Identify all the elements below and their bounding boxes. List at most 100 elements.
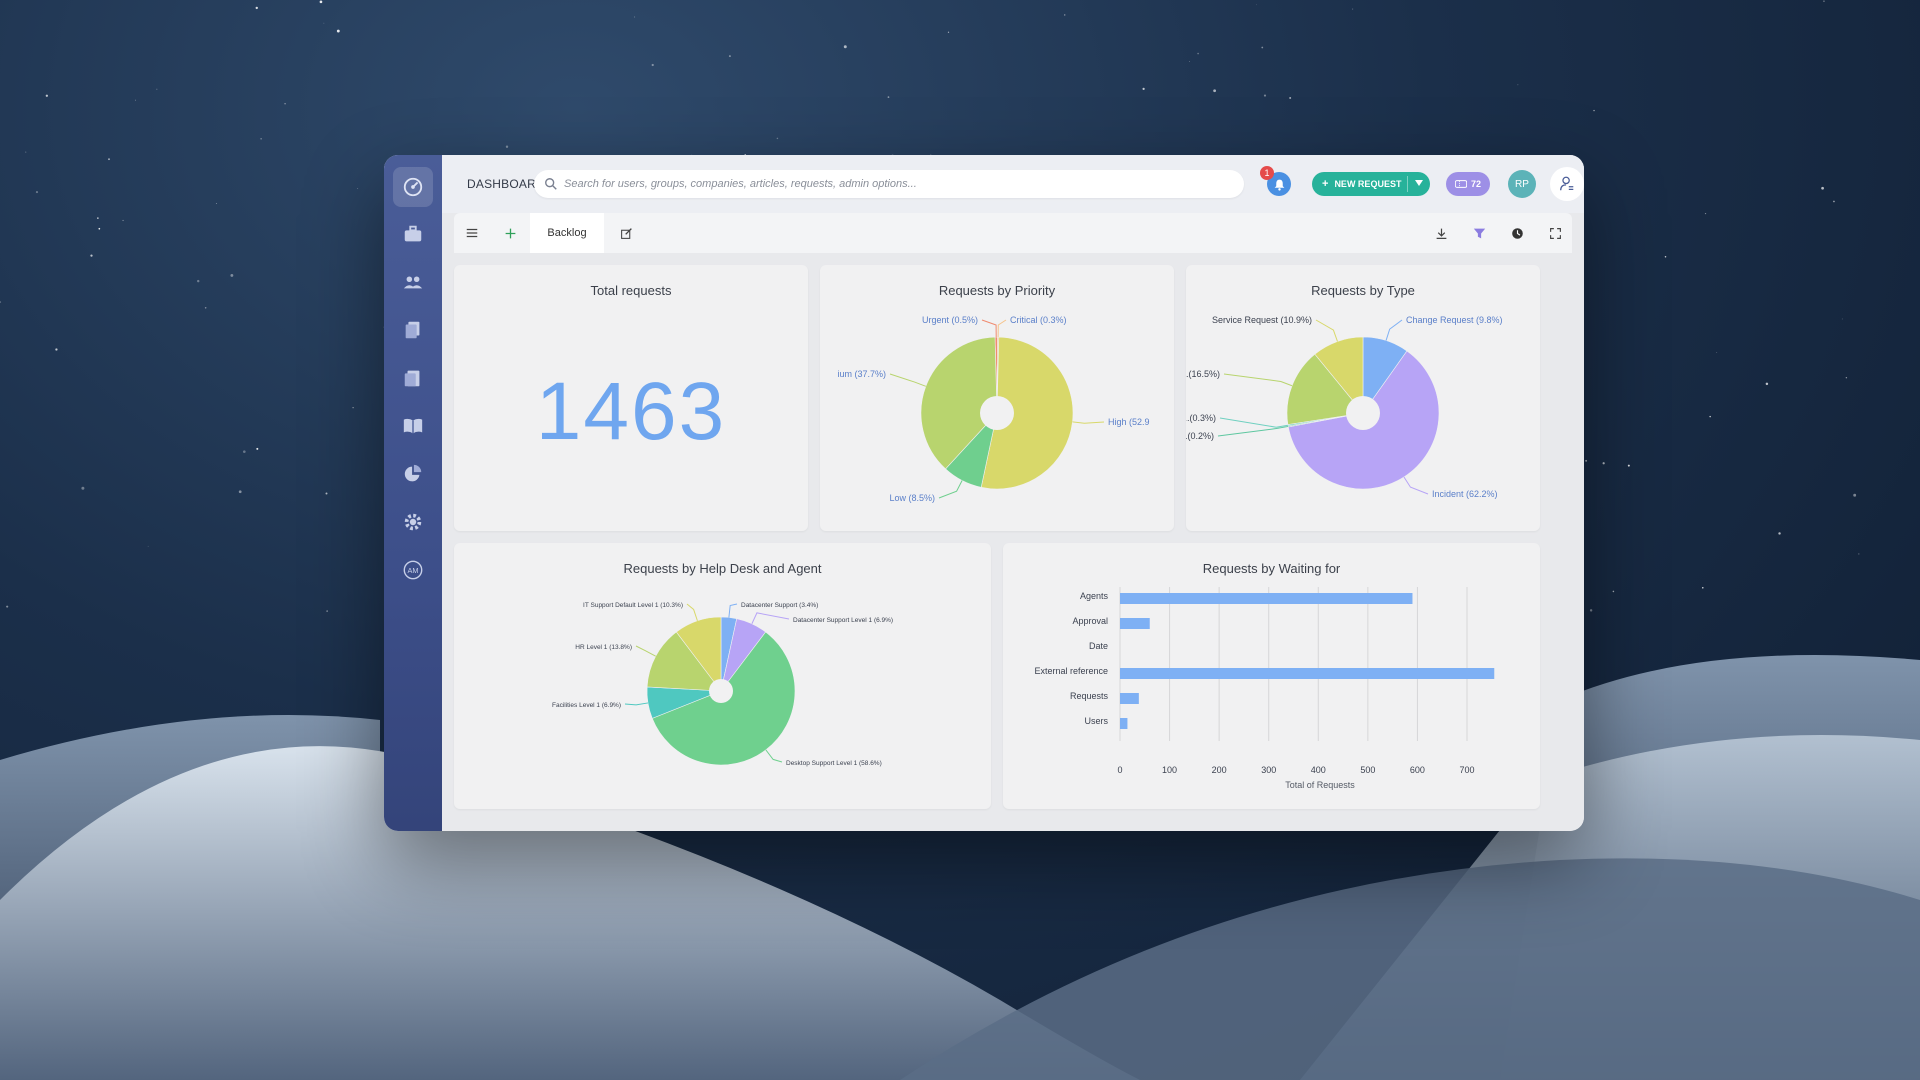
- pie-leader-line: [889, 373, 927, 387]
- helpdesk-card: Requests by Help Desk and Agent Datacent…: [454, 543, 991, 809]
- add-tab-button[interactable]: [496, 219, 524, 247]
- helpdesk-pie-chart: Datacenter Support (3.4%) Datacenter Supp…: [552, 602, 893, 767]
- card-title: Total requests: [590, 283, 672, 298]
- user-settings-icon: [1560, 176, 1574, 191]
- bar[interactable]: [1120, 693, 1139, 704]
- y-category-label: Users: [1084, 716, 1108, 726]
- x-tick-label: 200: [1212, 765, 1227, 775]
- ticket-counter-button[interactable]: 72: [1446, 172, 1490, 196]
- sidebar-item-reports[interactable]: [393, 454, 433, 494]
- bell-icon: [1274, 179, 1284, 191]
- pie-label: Desktop Support Level 1 (58.6%): [786, 760, 882, 767]
- pie-leader-line: [686, 603, 698, 622]
- y-category-label: Approval: [1072, 616, 1108, 626]
- x-tick-label: 600: [1410, 765, 1425, 775]
- users-icon: [403, 276, 423, 289]
- sidebar-item-clipboard[interactable]: [393, 358, 433, 398]
- download-button[interactable]: [1427, 219, 1455, 247]
- expand-icon: [1549, 227, 1561, 239]
- search-icon: [545, 178, 557, 190]
- top-bar: DASHBOARD 1 + NEW REQUEST 72 RP: [442, 155, 1584, 213]
- fullscreen-button[interactable]: [1541, 219, 1569, 247]
- pie-chart-icon: [404, 464, 422, 482]
- pie-label: ium (37.7%): [837, 369, 886, 379]
- type-pie-chart: Change Request (9.8%) Incident (62.2%) in.…: [1186, 315, 1503, 499]
- y-category-label: Agents: [1080, 591, 1109, 601]
- am-icon-text: AM: [408, 566, 419, 575]
- edit-tab-button[interactable]: [612, 219, 640, 247]
- pie-leader-line: [765, 749, 783, 763]
- priority-pie-chart: Urgent (0.5%) Critical (0.3%) High (52.9 Lo…: [837, 315, 1150, 503]
- pie-label: HR Level 1 (13.8%): [575, 644, 632, 651]
- search-input[interactable]: [564, 175, 1224, 193]
- donut-hole: [980, 396, 1014, 430]
- dashboard-toolbar: Backlog: [454, 213, 1572, 253]
- bar[interactable]: [1120, 618, 1150, 629]
- pie-label: in...(0.2%): [1186, 431, 1214, 441]
- gear-icon: [404, 513, 422, 531]
- chevron-down-icon[interactable]: [1415, 180, 1423, 186]
- priority-card: Requests by Priority Urgent (0.5%) Critic…: [820, 265, 1174, 531]
- waiting-card: Requests by Waiting for 0 100 200 300 400 500…: [1003, 543, 1540, 809]
- x-tick-label: 400: [1311, 765, 1326, 775]
- history-button[interactable]: [1503, 219, 1531, 247]
- sidebar-item-documents[interactable]: [393, 310, 433, 350]
- pie-leader-line: [1072, 421, 1105, 424]
- hamburger-icon: [466, 228, 478, 238]
- sidebar-item-asset-management[interactable]: AM: [393, 550, 433, 590]
- sidebar-item-settings[interactable]: [393, 502, 433, 542]
- edit-icon: [620, 227, 632, 239]
- x-tick-label: 300: [1261, 765, 1276, 775]
- pie-label: Service Request (10.9%): [1212, 315, 1312, 325]
- filter-icon: [1473, 228, 1485, 238]
- filter-button[interactable]: [1465, 219, 1493, 247]
- pie-leader-line: [728, 603, 738, 618]
- x-tick-label: 0: [1117, 765, 1122, 775]
- bar[interactable]: [1120, 668, 1495, 679]
- pie-label: Incident (62.2%): [1432, 489, 1498, 499]
- pie-leader-line: [938, 480, 963, 499]
- search-bar[interactable]: [534, 170, 1244, 198]
- menu-button[interactable]: [458, 219, 486, 247]
- x-tick-label: 700: [1459, 765, 1474, 775]
- y-category-label: Date: [1089, 641, 1108, 651]
- sidebar-item-requests[interactable]: [393, 214, 433, 254]
- pie-leader-line: [1223, 373, 1293, 387]
- new-request-button[interactable]: + NEW REQUEST: [1312, 172, 1430, 196]
- pie-label: Change Request (9.8%): [1406, 315, 1503, 325]
- x-tick-label: 100: [1162, 765, 1177, 775]
- plus-icon: +: [1322, 178, 1329, 190]
- pie-label: High (52.9: [1108, 417, 1150, 427]
- pie-leader-line: [1217, 425, 1289, 437]
- waiting-bar-chart: 0 100 200 300 400 500 600 700 Agents Approval Date…: [1034, 587, 1495, 790]
- sidebar-item-users[interactable]: [393, 262, 433, 302]
- pie-leader-line: [635, 645, 656, 657]
- sidebar-item-dashboard[interactable]: [393, 167, 433, 207]
- pie-label: Critical (0.3%): [1010, 315, 1067, 325]
- pie-leader-line: [997, 319, 1007, 338]
- pie-leader-line: [751, 612, 790, 624]
- ticket-count: 72: [1470, 179, 1481, 189]
- sidebar-item-knowledge-base[interactable]: [393, 406, 433, 446]
- pie-leader-line: [1315, 319, 1338, 342]
- bar[interactable]: [1120, 718, 1128, 729]
- pie-leader-line: [1219, 417, 1289, 428]
- bar[interactable]: [1120, 593, 1413, 604]
- new-request-label: NEW REQUEST: [1334, 179, 1402, 189]
- briefcase-icon: [404, 225, 422, 242]
- y-category-label: External reference: [1034, 666, 1108, 676]
- x-tick-label: 500: [1360, 765, 1375, 775]
- pie-label: IT Support Default Level 1 (10.3%): [583, 602, 683, 609]
- button-separator: [1407, 176, 1408, 192]
- sidebar: AM: [384, 155, 442, 831]
- pie-leader-line: [1403, 476, 1429, 495]
- tab-backlog[interactable]: Backlog: [530, 213, 604, 253]
- pie-label: tio...(16.5%): [1186, 369, 1220, 379]
- pie-label: Low (8.5%): [889, 493, 935, 503]
- plus-icon: [505, 228, 515, 238]
- dashboard-icon: [403, 177, 423, 197]
- pie-label: Facilities Level 1 (6.9%): [552, 702, 621, 709]
- clock-icon: [1511, 227, 1523, 239]
- avatar[interactable]: RP: [1508, 170, 1536, 198]
- user-menu-button[interactable]: [1550, 167, 1584, 201]
